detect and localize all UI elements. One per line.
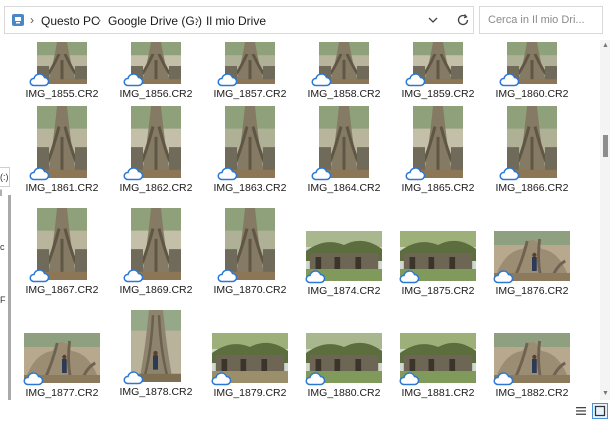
nav-pane-text: F bbox=[0, 295, 6, 305]
scroll-down-icon[interactable]: ▼ bbox=[602, 390, 609, 397]
breadcrumb-questo-pc[interactable]: Questo PC bbox=[41, 14, 100, 28]
file-name: IMG_1882.CR2 bbox=[495, 387, 569, 399]
details-view-icon[interactable] bbox=[573, 403, 589, 419]
file-name: IMG_1855.CR2 bbox=[25, 88, 99, 100]
cloud-icon bbox=[210, 371, 232, 386]
scrollbar-thumb[interactable] bbox=[603, 135, 608, 157]
cloud-icon bbox=[28, 166, 50, 181]
file-item[interactable]: IMG_1881.CR2 bbox=[393, 306, 483, 400]
file-name: IMG_1860.CR2 bbox=[495, 88, 569, 100]
address-bar: › Questo PC › Google Drive (G:) › Il mio… bbox=[0, 0, 610, 40]
nav-pane-text: c bbox=[0, 242, 5, 252]
file-name: IMG_1863.CR2 bbox=[213, 182, 287, 194]
cloud-icon bbox=[22, 371, 44, 386]
breadcrumb-il-mio-drive[interactable]: Il mio Drive bbox=[206, 14, 266, 28]
cloud-icon bbox=[28, 268, 50, 283]
file-item[interactable]: IMG_1877.CR2 bbox=[17, 306, 107, 400]
address-box[interactable]: › Questo PC › Google Drive (G:) › Il mio… bbox=[4, 6, 474, 34]
chevron-right-icon[interactable]: › bbox=[195, 13, 199, 27]
breadcrumb-google-drive[interactable]: Google Drive (G:) bbox=[108, 14, 202, 28]
cloud-icon bbox=[122, 72, 144, 87]
cloud-icon bbox=[404, 72, 426, 87]
file-item[interactable]: IMG_1878.CR2 bbox=[111, 306, 201, 400]
file-item[interactable]: IMG_1862.CR2 bbox=[111, 102, 201, 200]
cloud-icon bbox=[404, 166, 426, 181]
cloud-icon bbox=[492, 371, 514, 386]
file-name: IMG_1865.CR2 bbox=[401, 182, 475, 194]
file-item[interactable]: IMG_1879.CR2 bbox=[205, 306, 295, 400]
file-item[interactable]: IMG_1869.CR2 bbox=[111, 204, 201, 302]
file-item[interactable]: IMG_1875.CR2 bbox=[393, 204, 483, 302]
file-item[interactable]: IMG_1861.CR2 bbox=[17, 102, 107, 200]
cloud-icon bbox=[492, 269, 514, 284]
cloud-icon bbox=[310, 166, 332, 181]
cloud-icon bbox=[398, 269, 420, 284]
file-name: IMG_1879.CR2 bbox=[213, 387, 287, 399]
cloud-icon bbox=[498, 72, 520, 87]
nav-pane-tab[interactable]: (:) bbox=[0, 167, 10, 187]
file-name: IMG_1875.CR2 bbox=[401, 285, 475, 297]
file-grid: IMG_1855.CR2 IMG_1856.CR2 IMG_1857.CR2 IMG_… bbox=[14, 40, 598, 400]
file-item[interactable]: IMG_1866.CR2 bbox=[487, 102, 577, 200]
chevron-right-icon[interactable]: › bbox=[97, 13, 101, 27]
file-name: IMG_1858.CR2 bbox=[307, 88, 381, 100]
cloud-icon bbox=[216, 268, 238, 283]
cloud-icon bbox=[122, 268, 144, 283]
cloud-icon bbox=[304, 269, 326, 284]
file-name: IMG_1874.CR2 bbox=[307, 285, 381, 297]
navigation-pane[interactable]: (:) l c F bbox=[0, 40, 12, 405]
file-name: IMG_1856.CR2 bbox=[119, 88, 193, 100]
file-name: IMG_1878.CR2 bbox=[119, 386, 193, 398]
refresh-icon[interactable] bbox=[455, 12, 471, 28]
cloud-icon bbox=[216, 72, 238, 87]
file-item[interactable]: IMG_1865.CR2 bbox=[393, 102, 483, 200]
file-name: IMG_1864.CR2 bbox=[307, 182, 381, 194]
file-name: IMG_1866.CR2 bbox=[495, 182, 569, 194]
file-name: IMG_1857.CR2 bbox=[213, 88, 287, 100]
cloud-icon bbox=[122, 166, 144, 181]
file-item[interactable]: IMG_1876.CR2 bbox=[487, 204, 577, 302]
file-item[interactable]: IMG_1863.CR2 bbox=[205, 102, 295, 200]
file-item[interactable]: IMG_1880.CR2 bbox=[299, 306, 389, 400]
file-item[interactable]: IMG_1882.CR2 bbox=[487, 306, 577, 400]
file-item[interactable]: IMG_1874.CR2 bbox=[299, 204, 389, 302]
file-name: IMG_1870.CR2 bbox=[213, 284, 287, 296]
file-name: IMG_1881.CR2 bbox=[401, 387, 475, 399]
nav-pane-text: l bbox=[0, 188, 2, 198]
file-name: IMG_1880.CR2 bbox=[307, 387, 381, 399]
cloud-icon bbox=[122, 370, 144, 385]
search-box[interactable] bbox=[479, 6, 603, 34]
search-input[interactable] bbox=[486, 13, 602, 27]
file-name: IMG_1869.CR2 bbox=[119, 284, 193, 296]
file-name: IMG_1861.CR2 bbox=[25, 182, 99, 194]
pc-icon bbox=[12, 14, 24, 26]
cloud-icon bbox=[216, 166, 238, 181]
file-name: IMG_1877.CR2 bbox=[25, 387, 99, 399]
cloud-icon bbox=[28, 72, 50, 87]
status-bar bbox=[0, 400, 610, 421]
file-name: IMG_1867.CR2 bbox=[25, 284, 99, 296]
file-name: IMG_1876.CR2 bbox=[495, 285, 569, 297]
large-icons-view-button[interactable] bbox=[592, 403, 608, 419]
chevron-right-icon[interactable]: › bbox=[30, 13, 34, 27]
chevron-down-icon[interactable] bbox=[425, 12, 441, 28]
vertical-scrollbar[interactable]: ▲ ▼ bbox=[600, 40, 610, 400]
file-name: IMG_1862.CR2 bbox=[119, 182, 193, 194]
cloud-icon bbox=[310, 72, 332, 87]
nav-pane-scrollbar[interactable] bbox=[8, 195, 11, 405]
cloud-icon bbox=[398, 371, 420, 386]
file-name: IMG_1859.CR2 bbox=[401, 88, 475, 100]
cloud-icon bbox=[498, 166, 520, 181]
scroll-up-icon[interactable]: ▲ bbox=[602, 42, 609, 49]
large-icons-view-icon bbox=[594, 405, 606, 417]
cloud-icon bbox=[304, 371, 326, 386]
file-item[interactable]: IMG_1867.CR2 bbox=[17, 204, 107, 302]
file-item[interactable]: IMG_1870.CR2 bbox=[205, 204, 295, 302]
file-item[interactable]: IMG_1864.CR2 bbox=[299, 102, 389, 200]
